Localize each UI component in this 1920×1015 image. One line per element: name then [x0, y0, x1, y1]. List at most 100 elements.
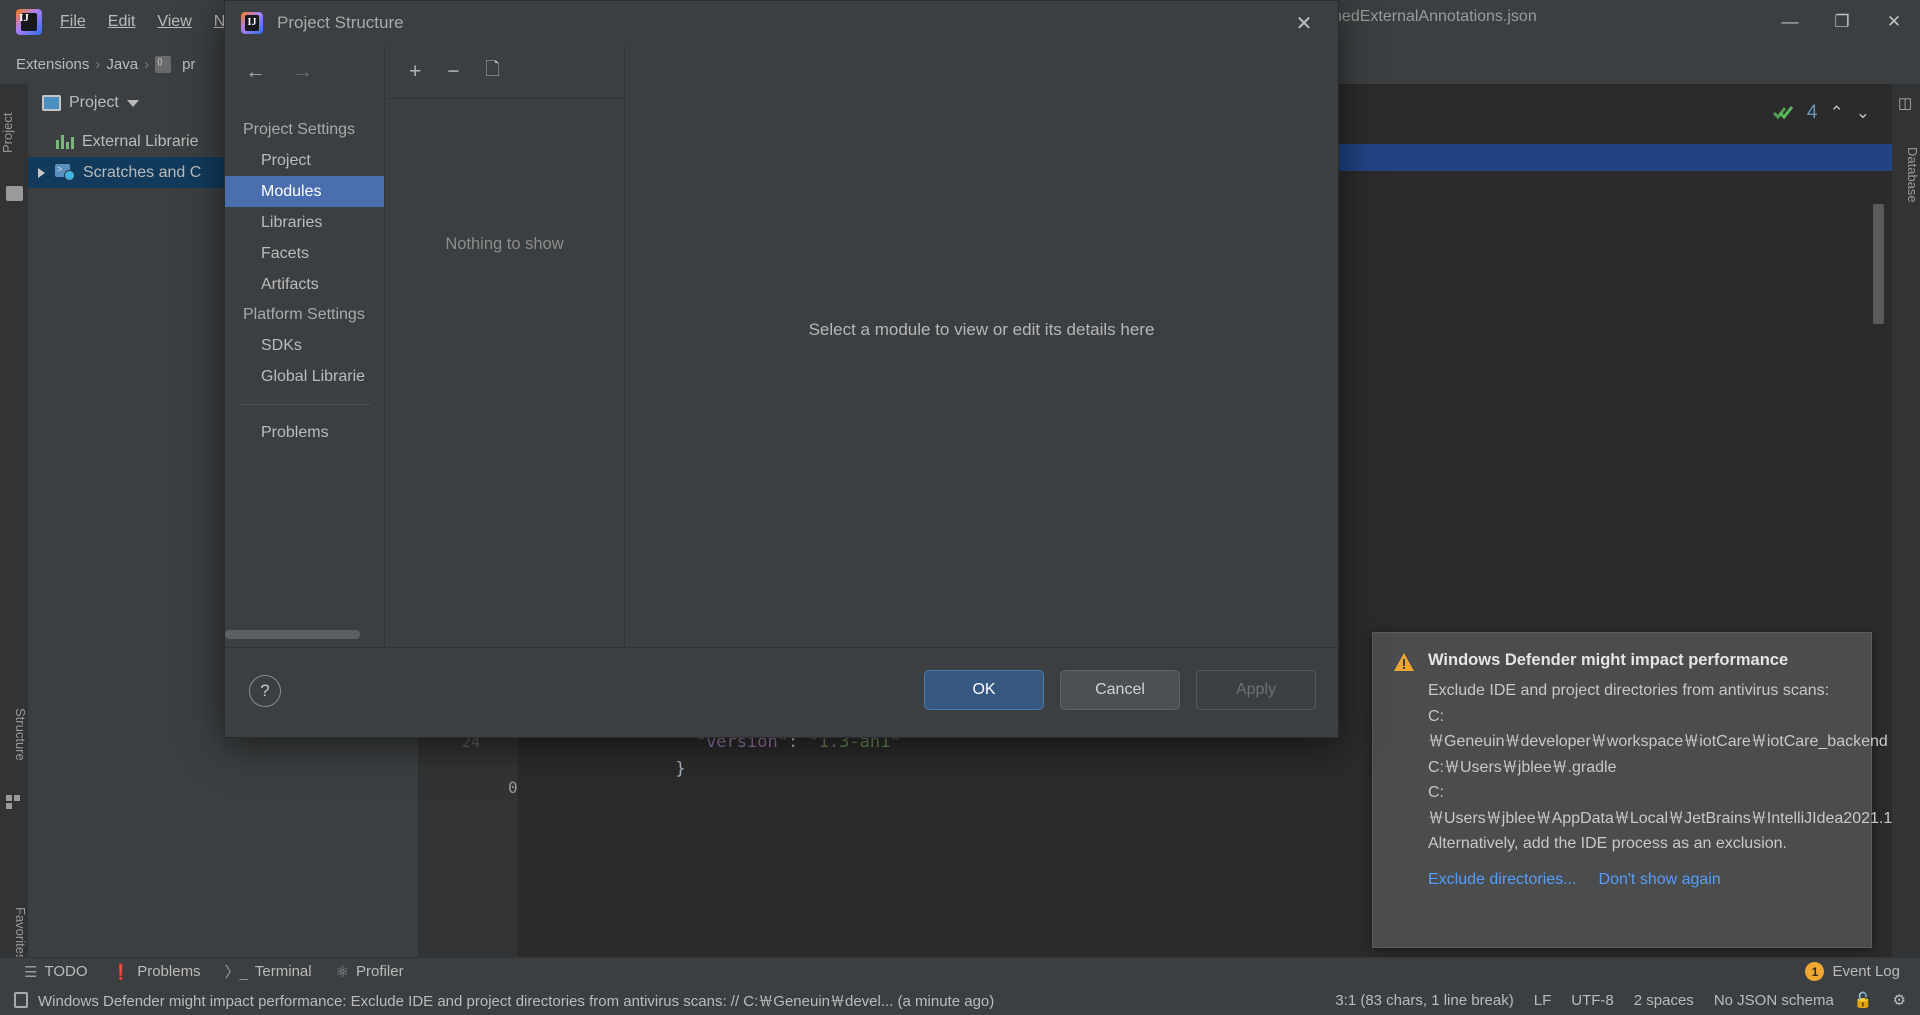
help-button[interactable]: ?: [249, 675, 281, 707]
tree-item-label: External Librarie: [82, 132, 199, 150]
bottom-tab-terminal[interactable]: 〉_ Terminal: [225, 961, 312, 982]
breadcrumb-item-java[interactable]: Java: [106, 56, 138, 73]
nav-group-project-settings: Project Settings: [243, 121, 356, 138]
bottom-tab-problems[interactable]: ❗ Problems: [112, 963, 201, 981]
line-separator[interactable]: LF: [1534, 992, 1552, 1009]
json-schema-status[interactable]: No JSON schema: [1714, 992, 1834, 1009]
nav-item-libraries[interactable]: Libraries: [225, 207, 384, 238]
bottom-tab-todo[interactable]: ☰ TODO: [24, 963, 88, 981]
folder-icon: [6, 186, 23, 201]
nav-divider: [239, 404, 370, 405]
inspection-widget[interactable]: 4 ⌃ ⌄: [1772, 102, 1870, 124]
bottom-tab-label: Problems: [137, 963, 201, 980]
breadcrumb-separator: ›: [144, 55, 150, 73]
nav-item-modules[interactable]: Modules: [225, 176, 384, 207]
problems-icon: ❗: [111, 963, 131, 981]
window-controls: — ❐ ✕: [1764, 0, 1920, 44]
inspection-profile-icon[interactable]: ⚙: [1893, 991, 1906, 1009]
back-arrow-icon[interactable]: ←: [245, 60, 266, 84]
caret-position[interactable]: 3:1 (83 chars, 1 line break): [1335, 992, 1513, 1009]
notification-body: Exclude IDE and project directories from…: [1428, 682, 1893, 852]
status-bar: Windows Defender might impact performanc…: [0, 985, 1920, 1015]
maximize-button[interactable]: ❐: [1816, 0, 1868, 44]
structure-icon: [6, 794, 23, 809]
project-panel-title: Project: [69, 94, 119, 111]
bottom-tab-profiler[interactable]: ⚛ Profiler: [336, 963, 404, 981]
dialog-nav-history: ← →: [225, 45, 384, 99]
exclude-directories-link[interactable]: Exclude directories...: [1428, 871, 1577, 889]
sidebar-tab-project[interactable]: Project: [0, 88, 28, 178]
ok-button[interactable]: OK: [924, 670, 1044, 710]
forward-arrow-icon[interactable]: →: [292, 60, 313, 84]
chevron-right-icon[interactable]: [38, 167, 45, 178]
dialog-navigation-pane: ← → Project Settings Project Modules Lib…: [225, 45, 385, 647]
close-button[interactable]: ✕: [1868, 0, 1920, 44]
project-icon: [42, 95, 61, 111]
status-message: Windows Defender might impact performanc…: [38, 992, 995, 1010]
bottom-tab-label: TODO: [44, 963, 88, 980]
nav-item-project[interactable]: Project: [225, 145, 384, 176]
menu-file[interactable]: File: [60, 13, 86, 31]
breadcrumb-item-extensions[interactable]: Extensions: [16, 56, 89, 73]
sidebar-tab-database[interactable]: Database: [1892, 120, 1920, 230]
chevron-down-icon[interactable]: [126, 99, 139, 107]
bottom-tab-label: Terminal: [254, 963, 312, 980]
dont-show-again-link[interactable]: Don't show again: [1599, 871, 1721, 889]
json-file-icon: [155, 55, 172, 73]
event-log-button[interactable]: 1 Event Log: [1805, 962, 1900, 981]
menu-bar: File Edit View Na: [60, 13, 234, 31]
nav-horizontal-scrollbar[interactable]: [225, 630, 360, 639]
file-encoding[interactable]: UTF-8: [1571, 992, 1614, 1009]
menu-edit-label: Edit: [107, 13, 136, 30]
sidebar-tab-structure[interactable]: Structure: [0, 684, 28, 784]
scratches-icon: [55, 164, 75, 181]
event-count-badge: 1: [1805, 962, 1825, 981]
copy-icon[interactable]: 🗋: [486, 57, 500, 87]
nav-group-platform-settings: Platform Settings: [243, 306, 365, 323]
warning-icon: [1393, 652, 1415, 672]
remove-icon[interactable]: −: [447, 60, 459, 84]
chevron-down-icon[interactable]: ⌄: [1856, 103, 1870, 123]
indent-setting[interactable]: 2 spaces: [1634, 992, 1694, 1009]
inspection-ok-icon: [1772, 105, 1795, 122]
status-message-area[interactable]: Windows Defender might impact performanc…: [14, 990, 994, 1011]
chevron-up-icon[interactable]: ⌃: [1830, 103, 1844, 123]
dialog-modules-pane: + − 🗋 Nothing to show: [385, 45, 625, 647]
editor-scrollbar[interactable]: [1873, 204, 1884, 324]
modules-empty-message: Nothing to show: [445, 235, 564, 253]
detail-empty-message: Select a module to view or edit its deta…: [808, 320, 1155, 339]
notification-balloon[interactable]: Windows Defender might impact performanc…: [1372, 632, 1893, 948]
ide-window: IJ File Edit View Na ...edefinedExternal…: [0, 0, 1920, 1015]
menu-view[interactable]: View: [157, 13, 191, 31]
breadcrumb-item-file[interactable]: pr: [182, 56, 195, 73]
minimize-button[interactable]: —: [1764, 0, 1816, 44]
nav-item-problems[interactable]: Problems: [225, 417, 384, 448]
notification-actions: Exclude directories... Don't show again: [1428, 871, 1851, 889]
editor-zero-marker: 0: [508, 778, 518, 797]
menu-edit[interactable]: Edit: [108, 13, 136, 31]
add-icon[interactable]: +: [409, 60, 421, 84]
nav-item-sdks[interactable]: SDKs: [225, 330, 384, 361]
todo-icon: ☰: [24, 963, 38, 981]
right-tool-strip: ◫ Database: [1892, 84, 1920, 957]
nav-item-artifacts[interactable]: Artifacts: [225, 269, 384, 300]
cancel-button[interactable]: Cancel: [1060, 670, 1180, 710]
inspection-count: 4: [1806, 102, 1818, 123]
profiler-icon: ⚛: [335, 963, 350, 981]
dialog-action-buttons: OK Cancel Apply: [924, 670, 1316, 710]
nav-item-global-libraries[interactable]: Global Librarie: [225, 361, 384, 392]
dialog-body: ← → Project Settings Project Modules Lib…: [225, 45, 1338, 647]
notification-icon: [14, 992, 28, 1008]
modules-toolbar: + − 🗋: [385, 45, 624, 99]
dialog-close-button[interactable]: ✕: [1278, 1, 1330, 45]
intellij-logo-icon: IJ: [241, 12, 263, 34]
dialog-nav-list: Project Settings Project Modules Librari…: [225, 99, 384, 448]
apply-button: Apply: [1196, 670, 1316, 710]
lock-icon[interactable]: 🔓: [1854, 991, 1873, 1009]
project-structure-dialog[interactable]: IJ Project Structure ✕ ← → Project Setti…: [224, 0, 1339, 738]
code-token: }: [654, 759, 686, 779]
bottom-tool-bar: ☰ TODO ❗ Problems 〉_ Terminal ⚛ Profiler…: [0, 957, 1920, 985]
breadcrumb: Extensions › Java › pr: [16, 55, 195, 73]
nav-item-facets[interactable]: Facets: [225, 238, 384, 269]
libraries-icon: [56, 134, 74, 149]
